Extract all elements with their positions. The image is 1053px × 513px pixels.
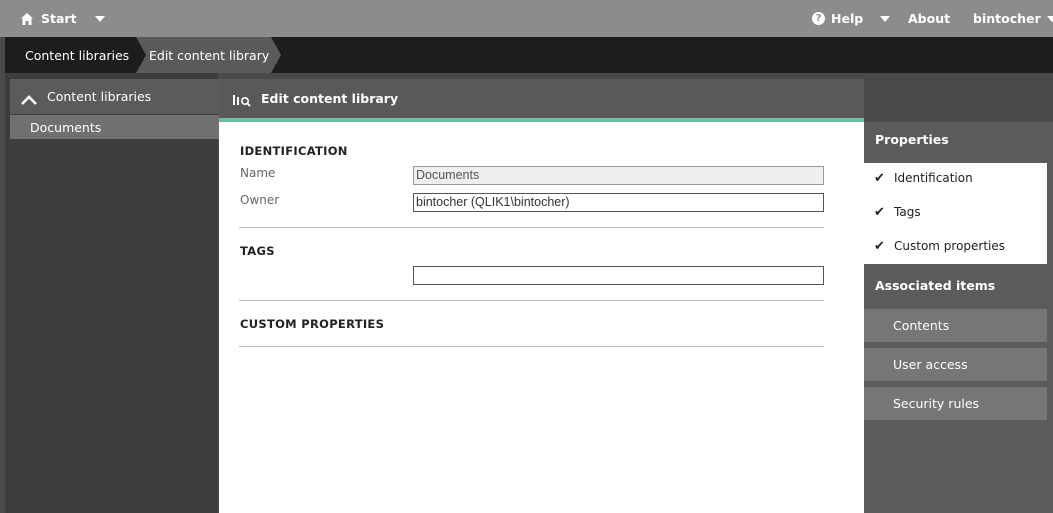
owner-field[interactable]: bintocher (QLIK1\bintocher) [413,193,824,212]
security-rules-button[interactable]: Security rules [864,387,1047,420]
chevron-down-icon[interactable] [94,15,105,22]
left-nav-header-label: Content libraries [47,89,152,104]
properties-list: ✔ Identification ✔ Tags ✔ Custom propert… [864,163,1047,264]
tags-field[interactable] [413,266,824,285]
breadcrumb-item-content-libraries[interactable]: Content libraries [25,37,129,73]
properties-item-tags[interactable]: ✔ Tags [874,202,921,222]
main-panel: IDENTIFICATION Name Documents Owner bint… [219,122,864,513]
user-menu-button[interactable]: bintocher [973,0,1053,37]
breadcrumb: Content libraries Edit content library [5,37,1053,73]
properties-item-custom-properties[interactable]: ✔ Custom properties [874,236,1005,256]
chevron-down-icon[interactable] [1046,15,1053,22]
chevron-up-icon [20,91,38,105]
start-label: Start [41,11,77,26]
properties-item-label: Tags [894,205,921,219]
help-icon: ? [812,12,825,25]
start-menu-button[interactable]: Start [20,0,105,37]
properties-item-label: Identification [894,171,973,185]
properties-title: Properties [875,132,949,147]
contents-button[interactable]: Contents [864,309,1047,342]
section-title-custom-properties: CUSTOM PROPERTIES [240,317,385,331]
user-label: bintocher [973,11,1041,26]
about-link[interactable]: About [908,0,950,37]
divider [239,227,824,228]
home-icon [20,12,34,26]
properties-item-label: Custom properties [894,239,1006,253]
main-header: Edit content library [219,79,864,118]
owner-label: Owner [240,193,280,207]
help-label: Help [831,11,864,26]
help-button[interactable]: ? Help [812,0,891,37]
divider [239,346,824,347]
right-panel: Properties ✔ Identification ✔ Tags ✔ Cus… [864,122,1053,513]
check-icon: ✔ [874,238,885,254]
breadcrumb-item-edit-content-library: Edit content library [149,47,270,63]
chevron-down-icon[interactable] [880,15,891,22]
name-label: Name [240,166,276,180]
name-field[interactable]: Documents [413,166,824,185]
properties-item-identification[interactable]: ✔ Identification [874,168,973,188]
check-icon: ✔ [874,170,885,186]
left-nav-item-documents[interactable]: Documents [10,115,219,139]
section-title-identification: IDENTIFICATION [240,144,348,158]
associated-items-title: Associated items [875,278,996,293]
left-nav-header[interactable]: Content libraries [10,79,219,114]
section-title-tags: TAGS [240,244,275,258]
left-nav: Content libraries Documents [5,73,219,513]
user-access-button[interactable]: User access [864,348,1047,381]
divider [239,300,824,301]
check-icon: ✔ [874,204,885,220]
content-library-icon [233,92,253,107]
page-title: Edit content library [261,91,399,106]
top-bar: Start ? Help About bintocher [0,0,1053,37]
